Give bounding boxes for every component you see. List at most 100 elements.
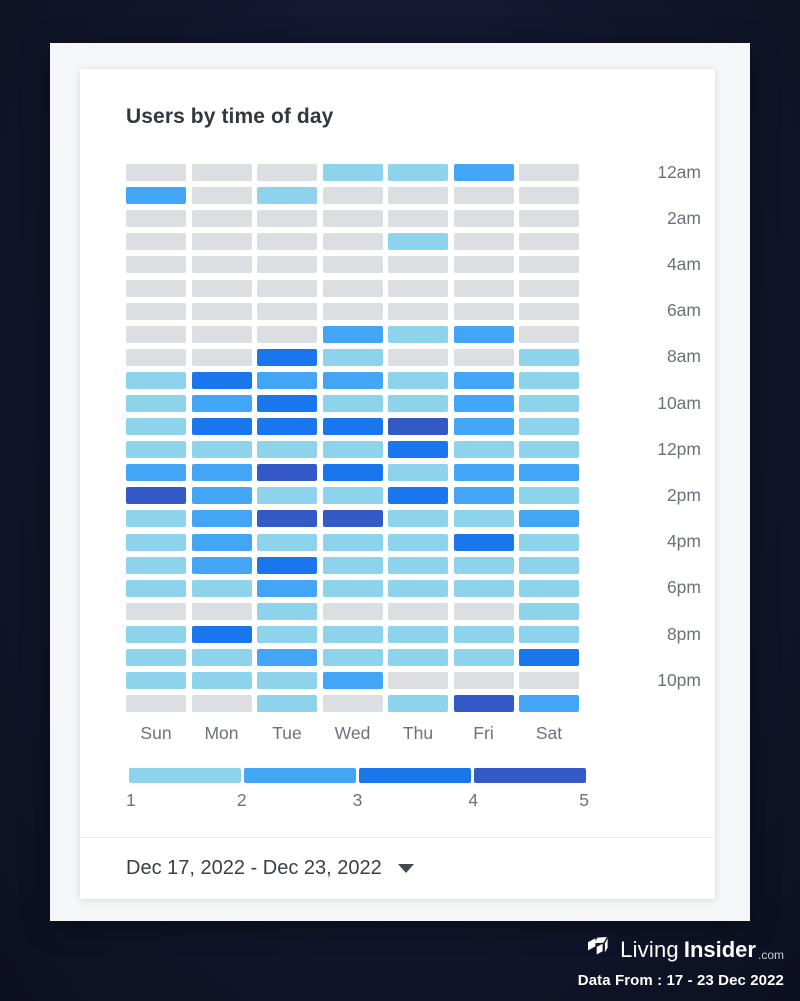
heatmap-cell[interactable]	[191, 464, 252, 482]
heatmap-cell[interactable]	[191, 510, 252, 528]
heatmap-cell[interactable]	[257, 394, 317, 412]
heatmap-cell[interactable]	[519, 302, 579, 320]
heatmap-cell[interactable]	[322, 579, 383, 597]
heatmap-cell[interactable]	[322, 256, 383, 274]
heatmap-cell[interactable]	[322, 510, 383, 528]
heatmap-cell[interactable]	[519, 579, 579, 597]
heatmap-cell[interactable]	[126, 556, 186, 574]
heatmap-cell[interactable]	[453, 533, 514, 551]
heatmap-cell[interactable]	[322, 672, 383, 690]
heatmap-cell[interactable]	[126, 302, 186, 320]
heatmap-cell[interactable]	[388, 210, 448, 228]
heatmap-cell[interactable]	[453, 371, 514, 389]
heatmap-cell[interactable]	[322, 649, 383, 667]
heatmap-cell[interactable]	[126, 164, 186, 182]
heatmap-cell[interactable]	[519, 602, 579, 620]
heatmap-cell[interactable]	[191, 302, 252, 320]
heatmap-cell[interactable]	[453, 464, 514, 482]
heatmap-cell[interactable]	[322, 533, 383, 551]
heatmap-cell[interactable]	[257, 464, 317, 482]
heatmap-cell[interactable]	[388, 695, 448, 713]
heatmap-cell[interactable]	[257, 602, 317, 620]
heatmap-cell[interactable]	[519, 325, 579, 343]
heatmap-cell[interactable]	[519, 649, 579, 667]
heatmap-cell[interactable]	[126, 510, 186, 528]
heatmap-cell[interactable]	[257, 418, 317, 436]
heatmap-cell[interactable]	[453, 579, 514, 597]
heatmap-cell[interactable]	[388, 579, 448, 597]
heatmap-cell[interactable]	[257, 164, 317, 182]
heatmap-cell[interactable]	[257, 348, 317, 366]
heatmap-cell[interactable]	[126, 394, 186, 412]
heatmap-cell[interactable]	[191, 649, 252, 667]
heatmap-cell[interactable]	[519, 487, 579, 505]
heatmap-cell[interactable]	[322, 210, 383, 228]
heatmap-cell[interactable]	[388, 233, 448, 251]
heatmap-cell[interactable]	[191, 210, 252, 228]
heatmap-cell[interactable]	[519, 464, 579, 482]
heatmap-cell[interactable]	[126, 649, 186, 667]
heatmap-cell[interactable]	[257, 579, 317, 597]
heatmap-cell[interactable]	[453, 418, 514, 436]
heatmap-cell[interactable]	[453, 649, 514, 667]
heatmap-cell[interactable]	[191, 487, 252, 505]
heatmap-cell[interactable]	[388, 302, 448, 320]
heatmap-cell[interactable]	[126, 533, 186, 551]
heatmap-cell[interactable]	[191, 579, 252, 597]
heatmap-cell[interactable]	[126, 672, 186, 690]
heatmap-cell[interactable]	[191, 256, 252, 274]
heatmap-cell[interactable]	[257, 233, 317, 251]
heatmap-cell[interactable]	[388, 625, 448, 643]
heatmap-cell[interactable]	[191, 625, 252, 643]
heatmap-cell[interactable]	[519, 533, 579, 551]
heatmap-cell[interactable]	[388, 533, 448, 551]
heatmap-cell[interactable]	[388, 510, 448, 528]
heatmap-cell[interactable]	[453, 394, 514, 412]
heatmap-cell[interactable]	[388, 418, 448, 436]
heatmap-cell[interactable]	[519, 210, 579, 228]
heatmap-cell[interactable]	[126, 348, 186, 366]
heatmap-cell[interactable]	[191, 371, 252, 389]
heatmap-cell[interactable]	[191, 233, 252, 251]
heatmap-cell[interactable]	[322, 394, 383, 412]
heatmap-cell[interactable]	[126, 256, 186, 274]
heatmap-cell[interactable]	[388, 464, 448, 482]
heatmap-cell[interactable]	[519, 164, 579, 182]
heatmap-cell[interactable]	[191, 418, 252, 436]
heatmap-cell[interactable]	[453, 233, 514, 251]
heatmap-cell[interactable]	[322, 302, 383, 320]
heatmap-cell[interactable]	[257, 672, 317, 690]
heatmap-cell[interactable]	[126, 695, 186, 713]
heatmap-cell[interactable]	[126, 325, 186, 343]
heatmap-cell[interactable]	[453, 695, 514, 713]
heatmap-cell[interactable]	[191, 672, 252, 690]
heatmap-cell[interactable]	[322, 233, 383, 251]
heatmap-cell[interactable]	[126, 579, 186, 597]
heatmap-cell[interactable]	[388, 441, 448, 459]
heatmap-cell[interactable]	[453, 279, 514, 297]
heatmap-cell[interactable]	[322, 695, 383, 713]
heatmap-cell[interactable]	[519, 556, 579, 574]
heatmap-cell[interactable]	[388, 325, 448, 343]
heatmap-cell[interactable]	[453, 556, 514, 574]
heatmap-cell[interactable]	[519, 672, 579, 690]
heatmap-cell[interactable]	[388, 394, 448, 412]
heatmap-cell[interactable]	[191, 348, 252, 366]
heatmap-cell[interactable]	[453, 210, 514, 228]
heatmap-cell[interactable]	[126, 464, 186, 482]
heatmap-cell[interactable]	[322, 279, 383, 297]
heatmap-cell[interactable]	[322, 602, 383, 620]
heatmap-cell[interactable]	[126, 371, 186, 389]
heatmap-cell[interactable]	[519, 187, 579, 205]
heatmap-cell[interactable]	[191, 394, 252, 412]
heatmap-cell[interactable]	[519, 256, 579, 274]
heatmap-cell[interactable]	[322, 464, 383, 482]
heatmap-cell[interactable]	[257, 325, 317, 343]
heatmap-cell[interactable]	[126, 625, 186, 643]
heatmap-cell[interactable]	[126, 233, 186, 251]
heatmap-cell[interactable]	[126, 602, 186, 620]
heatmap-cell[interactable]	[388, 279, 448, 297]
heatmap-cell[interactable]	[322, 625, 383, 643]
heatmap-cell[interactable]	[191, 533, 252, 551]
heatmap-cell[interactable]	[453, 256, 514, 274]
